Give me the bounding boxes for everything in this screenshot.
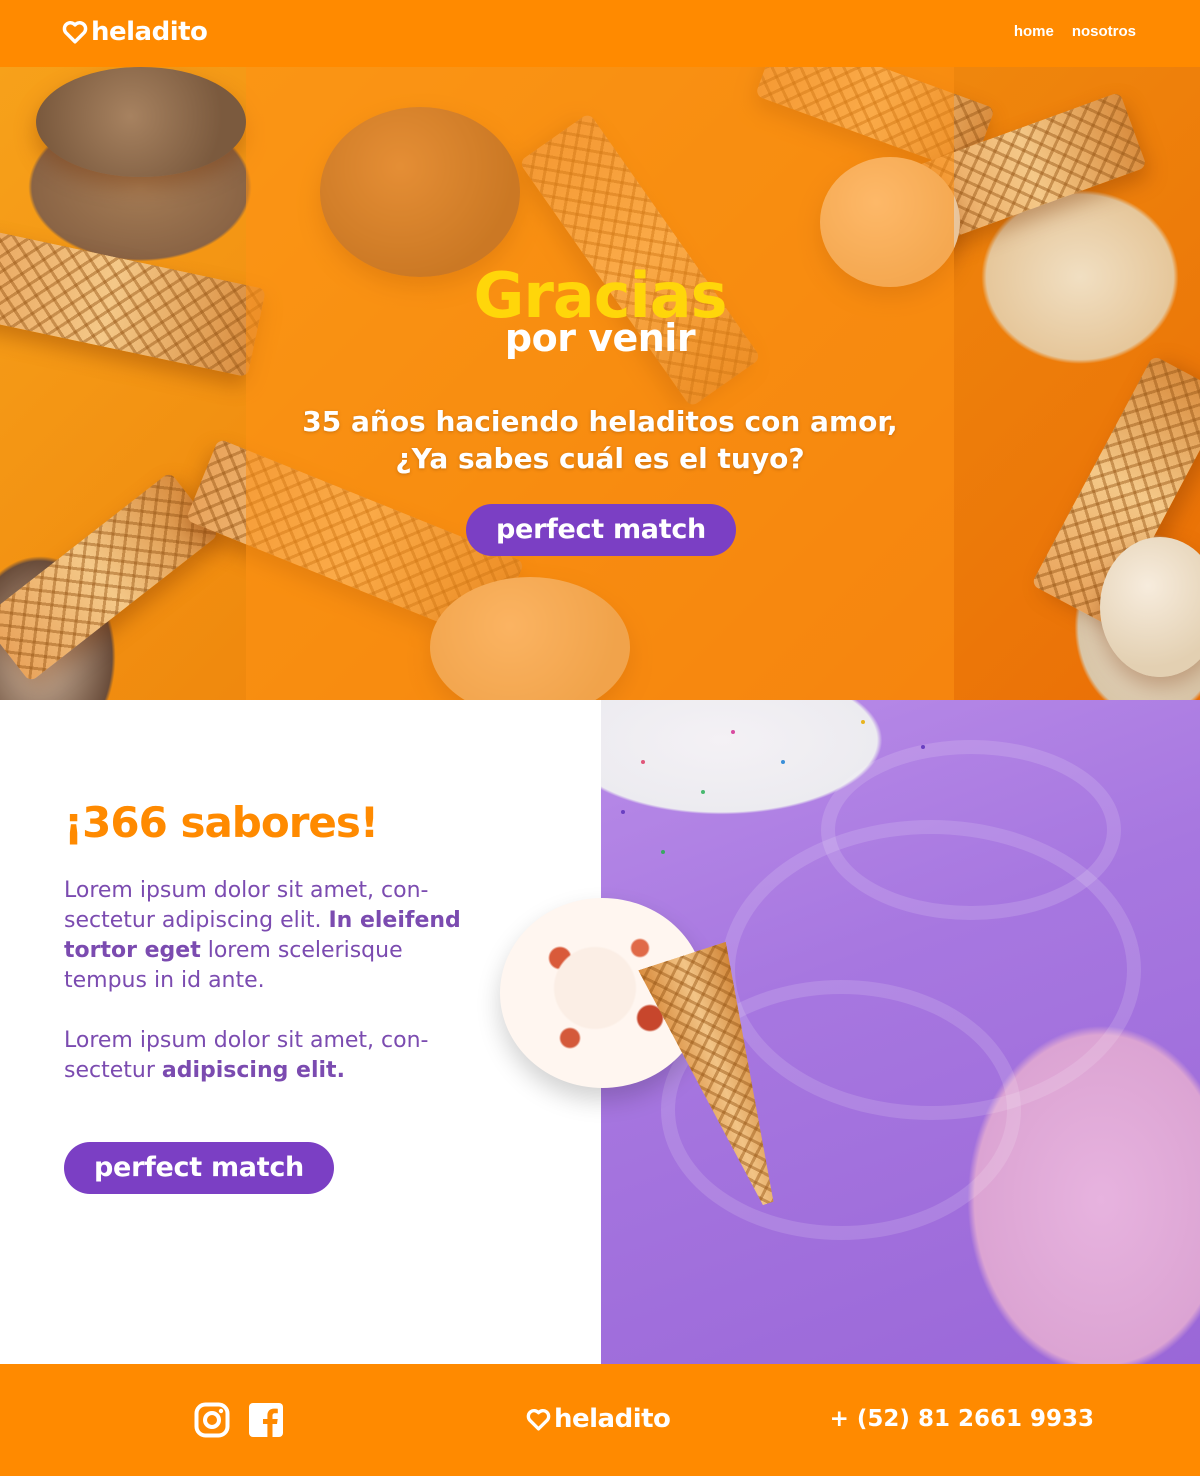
- sprinkle: [621, 810, 625, 814]
- hero-perfect-match-button[interactable]: perfect match: [466, 504, 736, 556]
- hero-tagline-line1: 35 años haciendo heladitos con amor,: [302, 405, 898, 438]
- hero-cone-image: [0, 226, 267, 378]
- heart-icon: [62, 21, 88, 44]
- ice-cream-swirl: [821, 740, 1121, 920]
- para2-bold: adipiscing elit.: [161, 1058, 345, 1083]
- sprinkle: [861, 720, 865, 724]
- hero-content: Gracias por venir 35 años haciendo helad…: [246, 67, 954, 700]
- brand-logo[interactable]: heladito: [62, 15, 208, 49]
- sprinkle: [731, 730, 735, 734]
- sprinkle: [661, 850, 665, 854]
- footer-phone[interactable]: + (52) 81 2661 9933: [830, 1406, 1094, 1432]
- instagram-icon[interactable]: [194, 1402, 230, 1438]
- footer-logo-text: heladito: [554, 1404, 671, 1434]
- footer-logo[interactable]: heladito: [526, 1404, 671, 1434]
- hero-scoop-image: [36, 67, 246, 177]
- sprinkle: [781, 760, 785, 764]
- brand-logo-text: heladito: [91, 17, 208, 47]
- hero-subtitle: por venir: [504, 316, 696, 360]
- flavors-title: ¡366 sabores!: [64, 798, 379, 847]
- social-links: [194, 1402, 284, 1438]
- sprinkle: [641, 760, 645, 764]
- top-header: heladito home nosotros: [0, 0, 1200, 67]
- nav-link-home[interactable]: home: [1014, 23, 1054, 40]
- site-footer: heladito + (52) 81 2661 9933: [0, 1364, 1200, 1476]
- nav-link-nosotros[interactable]: nosotros: [1072, 23, 1136, 40]
- hero-section: Gracias por venir 35 años haciendo helad…: [0, 67, 1200, 700]
- flavors-paragraph-2: Lorem ipsum dolor sit amet, con-sectetur…: [64, 1026, 484, 1086]
- hero-tagline: 35 años haciendo heladitos con amor, ¿Ya…: [246, 403, 954, 477]
- hero-tagline-line2: ¿Ya sabes cuál es el tuyo?: [395, 442, 805, 475]
- flavors-paragraph-1: Lorem ipsum dolor sit amet, con-sectetur…: [64, 876, 484, 996]
- main-nav: home nosotros: [1014, 23, 1136, 40]
- flavors-section: ¡366 sabores! Lorem ipsum dolor sit amet…: [0, 700, 1200, 1364]
- flavors-perfect-match-button[interactable]: perfect match: [64, 1142, 334, 1194]
- facebook-icon[interactable]: [248, 1402, 284, 1438]
- sprinkle: [921, 745, 925, 749]
- heart-icon: [526, 1408, 551, 1431]
- hero-cone-image: [0, 471, 220, 683]
- sprinkle: [701, 790, 705, 794]
